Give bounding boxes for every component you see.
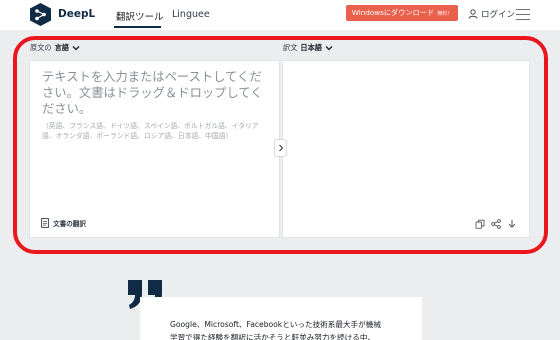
- hamburger-menu-icon[interactable]: [516, 9, 530, 20]
- brand-name[interactable]: DeepL: [58, 8, 95, 20]
- source-lang-prefix: 原文の: [30, 43, 52, 52]
- source-text-panel[interactable]: テキストを入力またはペーストしてください。文書はドラッグ＆ドロップしてください。…: [29, 60, 280, 238]
- target-language-selector[interactable]: 訳文 日本語: [283, 43, 333, 53]
- source-text-input[interactable]: テキストを入力またはペーストしてください。文書はドラッグ＆ドロップしてください。: [42, 69, 272, 117]
- chevron-down-icon: [325, 46, 333, 51]
- login-button[interactable]: ログイン: [468, 8, 515, 20]
- share-icon[interactable]: [491, 219, 501, 229]
- deepl-logo-icon[interactable]: [30, 3, 51, 26]
- source-language-selector[interactable]: 原文の 言語: [30, 43, 80, 53]
- active-tab-indicator: [114, 26, 161, 28]
- supported-languages-hint: （英語、フランス語、ドイツ語、スペイン語、ポルトガル語、イタリア語、オランダ語、…: [42, 122, 259, 140]
- tab-linguee[interactable]: Linguee: [172, 9, 210, 20]
- download-button-label: Windowsにダウンロード: [351, 8, 435, 17]
- swap-languages-button[interactable]: [274, 139, 287, 157]
- source-lang-value: 言語: [54, 43, 69, 52]
- target-text-panel: [282, 60, 530, 238]
- target-lang-prefix: 訳文: [283, 43, 298, 52]
- copy-icon[interactable]: [475, 219, 485, 229]
- login-label: ログイン: [481, 10, 516, 20]
- tab-translator[interactable]: 翻訳ツール: [116, 9, 164, 23]
- testimonial-line-2: 学習で得た経験を翻訳に活かそうと軒並み努力を続ける中、: [170, 333, 376, 340]
- translate-document-label: 文書の翻訳: [53, 220, 86, 228]
- user-icon: [468, 9, 478, 19]
- download-icon[interactable]: [507, 219, 517, 229]
- target-actions: [475, 219, 517, 229]
- chevron-right-icon: [278, 144, 283, 152]
- testimonial-card: Google、Microsoft、Facebookといった技術系最大手が機械 学…: [140, 297, 422, 340]
- chevron-down-icon: [72, 46, 80, 51]
- document-icon: [41, 218, 49, 228]
- free-badge: 無料！: [437, 10, 453, 17]
- download-windows-button[interactable]: Windowsにダウンロード 無料！: [346, 5, 458, 21]
- target-lang-value: 日本語: [300, 43, 322, 52]
- top-bar: DeepL 翻訳ツール Linguee Windowsにダウンロード 無料！ ロ…: [0, 0, 560, 30]
- translate-document-button[interactable]: 文書の翻訳: [41, 218, 86, 228]
- testimonial-line-1: Google、Microsoft、Facebookといった技術系最大手が機械: [170, 320, 381, 329]
